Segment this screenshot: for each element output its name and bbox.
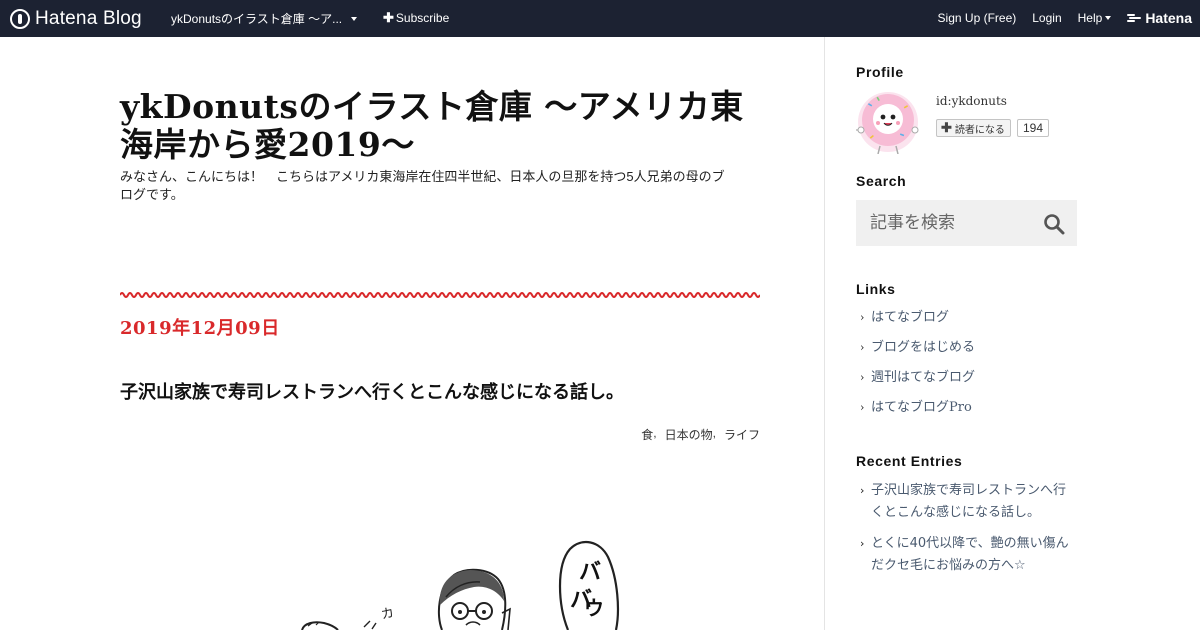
search-icon[interactable] [1043, 213, 1065, 235]
wavy-divider [120, 292, 760, 298]
search-heading: Search [856, 173, 907, 189]
subscribe-button[interactable]: ✚ Subscribe [383, 10, 449, 26]
link-item[interactable]: › ブログをはじめる [860, 340, 975, 370]
hatena-blog-logo-icon [10, 9, 30, 29]
subscribe-label: Subscribe [395, 11, 450, 25]
links-heading: Links [856, 281, 896, 297]
subscribe-reader-button[interactable]: ✚ 読者になる [936, 119, 1011, 137]
sfx-text: バ [579, 560, 601, 585]
link-label: 週刊はてなブログ [871, 370, 976, 385]
links-list: › はてなブログ › ブログをはじめる › 週刊はてなブログ › はてなブログPro [860, 310, 975, 430]
profile-heading: Profile [856, 64, 904, 80]
blog-name-label: ykDonutsのイラスト倉庫 ～ア... [171, 12, 343, 26]
hatena-link[interactable]: Hatena [1127, 10, 1192, 26]
entry-illustration: カ バ バ ウ [301, 540, 620, 630]
recent-entry-item[interactable]: › とくに40代以降で、艶の無い傷んだクセ毛にお悩みの方へ☆ [860, 533, 1072, 577]
recent-entry-label: 子沢山家族で寿司レストランへ行くとこんな感じになる話し。 [871, 483, 1067, 520]
arrow-icon: › [860, 311, 865, 324]
link-item[interactable]: › はてなブログPro [860, 400, 975, 430]
search-box [856, 200, 1077, 246]
recent-entry-label: とくに40代以降で、艶の無い傷んだクセ毛にお悩みの方へ☆ [871, 536, 1069, 573]
category-link[interactable]: 日本の物 [665, 426, 713, 443]
entry-categories: 食, 日本の物, ライフ [637, 426, 760, 443]
category-separator: , [653, 426, 657, 440]
blog-name-menu[interactable]: ykDonutsのイラスト倉庫 ～ア... [171, 10, 358, 27]
column-divider [824, 37, 825, 630]
arrow-icon: › [860, 537, 865, 550]
chevron-down-icon [1105, 16, 1112, 20]
global-header: Hatena Blog ykDonutsのイラスト倉庫 ～ア... ✚ Subs… [0, 0, 1200, 37]
profile-avatar[interactable] [856, 90, 920, 154]
blog-description: みなさん、こんにちは！ こちらはアメリカ東海岸在住四半世紀、日本人の旦那を持つ5… [120, 169, 725, 202]
logo-text: Hatena Blog [35, 8, 142, 29]
blog-title[interactable]: ykDonutsのイラスト倉庫 ～アメリカ東海岸から愛2019～ [120, 88, 760, 164]
sfx-text: ウ [584, 596, 604, 620]
plus-icon: ✚ [941, 120, 952, 135]
reader-button-label: 読者になる [954, 124, 1005, 136]
link-label: ブログをはじめる [871, 340, 976, 355]
entry-date[interactable]: 2019年12月09日 [120, 314, 280, 340]
chevron-down-icon [351, 16, 358, 21]
help-label: Help [1077, 11, 1103, 25]
recent-entries-heading: Recent Entries [856, 453, 963, 469]
header-right-nav: Sign Up (Free) Login Help Hatena [938, 10, 1192, 26]
help-menu[interactable]: Help [1078, 11, 1112, 25]
link-item[interactable]: › はてなブログ [860, 310, 975, 340]
login-link[interactable]: Login [1032, 11, 1061, 25]
search-input[interactable] [856, 200, 1036, 246]
profile-user-id[interactable]: id:ykdonuts [936, 94, 1007, 108]
signup-link[interactable]: Sign Up (Free) [938, 11, 1017, 25]
arrow-icon: › [860, 341, 865, 354]
recent-entry-item[interactable]: › 子沢山家族で寿司レストランへ行くとこんな感じになる話し。 [860, 480, 1072, 524]
arrow-icon: › [860, 484, 865, 497]
hatena-blog-logo[interactable]: Hatena Blog [10, 7, 142, 31]
hatena-logo-icon [1127, 14, 1142, 22]
arrow-icon: › [860, 371, 865, 384]
link-label: はてなブログ [871, 310, 950, 325]
link-label: はてなブログPro [871, 400, 972, 415]
sfx-small: カ [380, 606, 396, 623]
category-link[interactable]: ライフ [724, 426, 760, 443]
link-item[interactable]: › 週刊はてなブログ [860, 370, 975, 400]
arrow-icon: › [860, 401, 865, 414]
plus-icon: ✚ [383, 10, 394, 25]
category-separator: , [712, 426, 716, 440]
reader-count[interactable]: 194 [1017, 119, 1050, 137]
recent-entries-list: › 子沢山家族で寿司レストランへ行くとこんな感じになる話し。 › とくに40代以降で… [860, 480, 1072, 586]
category-link[interactable]: 食 [641, 426, 653, 443]
entry-title[interactable]: 子沢山家族で寿司レストランへ行くとこんな感じになる話し。 [120, 378, 624, 404]
hatena-label: Hatena [1145, 10, 1192, 26]
